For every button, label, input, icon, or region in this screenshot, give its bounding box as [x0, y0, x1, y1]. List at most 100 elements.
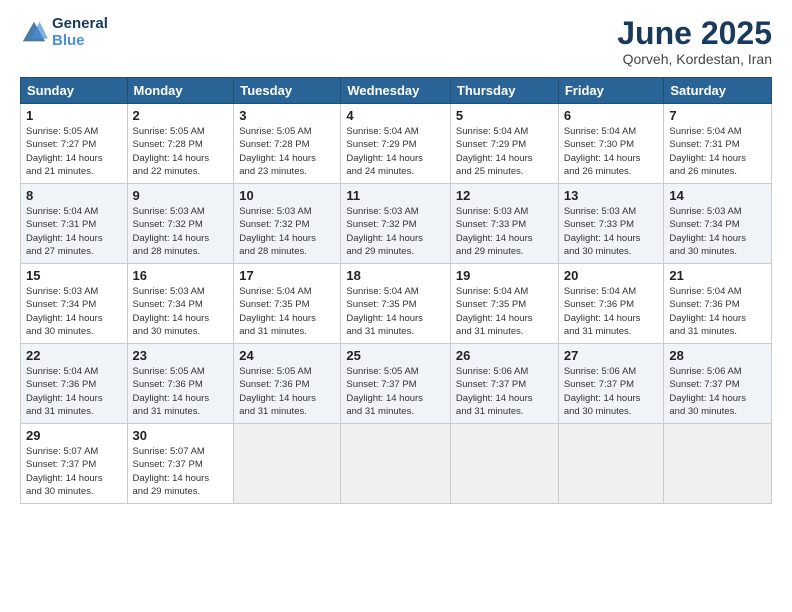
- title-block: June 2025 Qorveh, Kordestan, Iran: [617, 16, 772, 67]
- day-info: Sunrise: 5:03 AM Sunset: 7:33 PM Dayligh…: [564, 205, 659, 258]
- day-info: Sunrise: 5:05 AM Sunset: 7:37 PM Dayligh…: [346, 365, 445, 418]
- table-row: [450, 424, 558, 504]
- day-number: 27: [564, 348, 659, 363]
- calendar-week-row: 8 Sunrise: 5:04 AM Sunset: 7:31 PM Daylig…: [21, 184, 772, 264]
- day-info: Sunrise: 5:04 AM Sunset: 7:35 PM Dayligh…: [346, 285, 445, 338]
- col-wednesday: Wednesday: [341, 78, 451, 104]
- table-row: 6Sunrise: 5:04 AM Sunset: 7:30 PM Daylig…: [558, 104, 664, 184]
- table-row: 15Sunrise: 5:03 AM Sunset: 7:34 PM Dayli…: [21, 264, 128, 344]
- table-row: 24 Sunrise: 5:05 AM Sunset: 7:36 PM Dayli…: [234, 344, 341, 424]
- day-info: Sunrise: 5:05 AM Sunset: 7:28 PM Dayligh…: [133, 125, 229, 178]
- table-row: 10 Sunrise: 5:03 AM Sunset: 7:32 PM Dayli…: [234, 184, 341, 264]
- table-row: [341, 424, 451, 504]
- table-row: 20 Sunrise: 5:04 AM Sunset: 7:36 PM Dayli…: [558, 264, 664, 344]
- logo-icon: [20, 19, 48, 47]
- table-row: 8 Sunrise: 5:04 AM Sunset: 7:31 PM Daylig…: [21, 184, 128, 264]
- logo: General Blue: [20, 16, 108, 49]
- header: General Blue June 2025 Qorveh, Kordestan…: [20, 16, 772, 67]
- table-row: 14 Sunrise: 5:03 AM Sunset: 7:34 PM Dayli…: [664, 184, 772, 264]
- day-info: Sunrise: 5:03 AM Sunset: 7:33 PM Dayligh…: [456, 205, 553, 258]
- day-info: Sunrise: 5:03 AM Sunset: 7:34 PM Dayligh…: [26, 285, 122, 338]
- table-row: 13 Sunrise: 5:03 AM Sunset: 7:33 PM Dayli…: [558, 184, 664, 264]
- day-number: 24: [239, 348, 335, 363]
- day-info: Sunrise: 5:03 AM Sunset: 7:34 PM Dayligh…: [669, 205, 766, 258]
- day-number: 11: [346, 188, 445, 203]
- day-number: 5: [456, 108, 553, 123]
- col-tuesday: Tuesday: [234, 78, 341, 104]
- col-monday: Monday: [127, 78, 234, 104]
- day-number: 14: [669, 188, 766, 203]
- day-number: 21: [669, 268, 766, 283]
- table-row: 22 Sunrise: 5:04 AM Sunset: 7:36 PM Dayli…: [21, 344, 128, 424]
- day-number: 4: [346, 108, 445, 123]
- table-row: 4 Sunrise: 5:04 AM Sunset: 7:29 PM Daylig…: [341, 104, 451, 184]
- table-row: 12 Sunrise: 5:03 AM Sunset: 7:33 PM Dayli…: [450, 184, 558, 264]
- month-title: June 2025: [617, 16, 772, 51]
- day-info: Sunrise: 5:05 AM Sunset: 7:36 PM Dayligh…: [133, 365, 229, 418]
- calendar-week-row: 22 Sunrise: 5:04 AM Sunset: 7:36 PM Dayli…: [21, 344, 772, 424]
- day-info: Sunrise: 5:04 AM Sunset: 7:29 PM Dayligh…: [346, 125, 445, 178]
- location: Qorveh, Kordestan, Iran: [617, 51, 772, 67]
- day-info: Sunrise: 5:04 AM Sunset: 7:36 PM Dayligh…: [26, 365, 122, 418]
- day-number: 28: [669, 348, 766, 363]
- calendar-week-row: 1Sunrise: 5:05 AM Sunset: 7:27 PM Daylig…: [21, 104, 772, 184]
- day-info: Sunrise: 5:03 AM Sunset: 7:32 PM Dayligh…: [239, 205, 335, 258]
- day-number: 22: [26, 348, 122, 363]
- day-info: Sunrise: 5:04 AM Sunset: 7:36 PM Dayligh…: [564, 285, 659, 338]
- calendar-week-row: 15Sunrise: 5:03 AM Sunset: 7:34 PM Dayli…: [21, 264, 772, 344]
- day-number: 7: [669, 108, 766, 123]
- day-info: Sunrise: 5:07 AM Sunset: 7:37 PM Dayligh…: [26, 445, 122, 498]
- day-number: 9: [133, 188, 229, 203]
- day-info: Sunrise: 5:06 AM Sunset: 7:37 PM Dayligh…: [564, 365, 659, 418]
- day-info: Sunrise: 5:07 AM Sunset: 7:37 PM Dayligh…: [133, 445, 229, 498]
- day-number: 17: [239, 268, 335, 283]
- day-info: Sunrise: 5:03 AM Sunset: 7:32 PM Dayligh…: [346, 205, 445, 258]
- table-row: 5 Sunrise: 5:04 AM Sunset: 7:29 PM Daylig…: [450, 104, 558, 184]
- day-number: 8: [26, 188, 122, 203]
- day-info: Sunrise: 5:03 AM Sunset: 7:32 PM Dayligh…: [133, 205, 229, 258]
- table-row: 30 Sunrise: 5:07 AM Sunset: 7:37 PM Dayli…: [127, 424, 234, 504]
- table-row: 3Sunrise: 5:05 AM Sunset: 7:28 PM Daylig…: [234, 104, 341, 184]
- calendar-header-row: Sunday Monday Tuesday Wednesday Thursday…: [21, 78, 772, 104]
- day-number: 25: [346, 348, 445, 363]
- table-row: [234, 424, 341, 504]
- day-number: 13: [564, 188, 659, 203]
- table-row: 23 Sunrise: 5:05 AM Sunset: 7:36 PM Dayli…: [127, 344, 234, 424]
- table-row: 26 Sunrise: 5:06 AM Sunset: 7:37 PM Dayli…: [450, 344, 558, 424]
- day-info: Sunrise: 5:04 AM Sunset: 7:31 PM Dayligh…: [669, 125, 766, 178]
- day-number: 23: [133, 348, 229, 363]
- day-info: Sunrise: 5:06 AM Sunset: 7:37 PM Dayligh…: [669, 365, 766, 418]
- day-number: 18: [346, 268, 445, 283]
- day-info: Sunrise: 5:05 AM Sunset: 7:28 PM Dayligh…: [239, 125, 335, 178]
- day-number: 26: [456, 348, 553, 363]
- table-row: 27 Sunrise: 5:06 AM Sunset: 7:37 PM Dayli…: [558, 344, 664, 424]
- day-number: 29: [26, 428, 122, 443]
- day-info: Sunrise: 5:04 AM Sunset: 7:31 PM Dayligh…: [26, 205, 122, 258]
- day-info: Sunrise: 5:05 AM Sunset: 7:27 PM Dayligh…: [26, 125, 122, 178]
- table-row: 2 Sunrise: 5:05 AM Sunset: 7:28 PM Daylig…: [127, 104, 234, 184]
- col-friday: Friday: [558, 78, 664, 104]
- day-info: Sunrise: 5:05 AM Sunset: 7:36 PM Dayligh…: [239, 365, 335, 418]
- table-row: 16 Sunrise: 5:03 AM Sunset: 7:34 PM Dayli…: [127, 264, 234, 344]
- table-row: 19Sunrise: 5:04 AM Sunset: 7:35 PM Dayli…: [450, 264, 558, 344]
- table-row: 7 Sunrise: 5:04 AM Sunset: 7:31 PM Daylig…: [664, 104, 772, 184]
- day-number: 2: [133, 108, 229, 123]
- day-info: Sunrise: 5:03 AM Sunset: 7:34 PM Dayligh…: [133, 285, 229, 338]
- col-thursday: Thursday: [450, 78, 558, 104]
- day-number: 20: [564, 268, 659, 283]
- table-row: 25 Sunrise: 5:05 AM Sunset: 7:37 PM Dayli…: [341, 344, 451, 424]
- table-row: 28 Sunrise: 5:06 AM Sunset: 7:37 PM Dayli…: [664, 344, 772, 424]
- page: General Blue June 2025 Qorveh, Kordestan…: [0, 0, 792, 612]
- day-number: 30: [133, 428, 229, 443]
- table-row: 17Sunrise: 5:04 AM Sunset: 7:35 PM Dayli…: [234, 264, 341, 344]
- col-saturday: Saturday: [664, 78, 772, 104]
- day-number: 10: [239, 188, 335, 203]
- day-number: 16: [133, 268, 229, 283]
- day-info: Sunrise: 5:06 AM Sunset: 7:37 PM Dayligh…: [456, 365, 553, 418]
- day-info: Sunrise: 5:04 AM Sunset: 7:36 PM Dayligh…: [669, 285, 766, 338]
- table-row: 1Sunrise: 5:05 AM Sunset: 7:27 PM Daylig…: [21, 104, 128, 184]
- table-row: [664, 424, 772, 504]
- day-number: 6: [564, 108, 659, 123]
- day-number: 12: [456, 188, 553, 203]
- day-info: Sunrise: 5:04 AM Sunset: 7:29 PM Dayligh…: [456, 125, 553, 178]
